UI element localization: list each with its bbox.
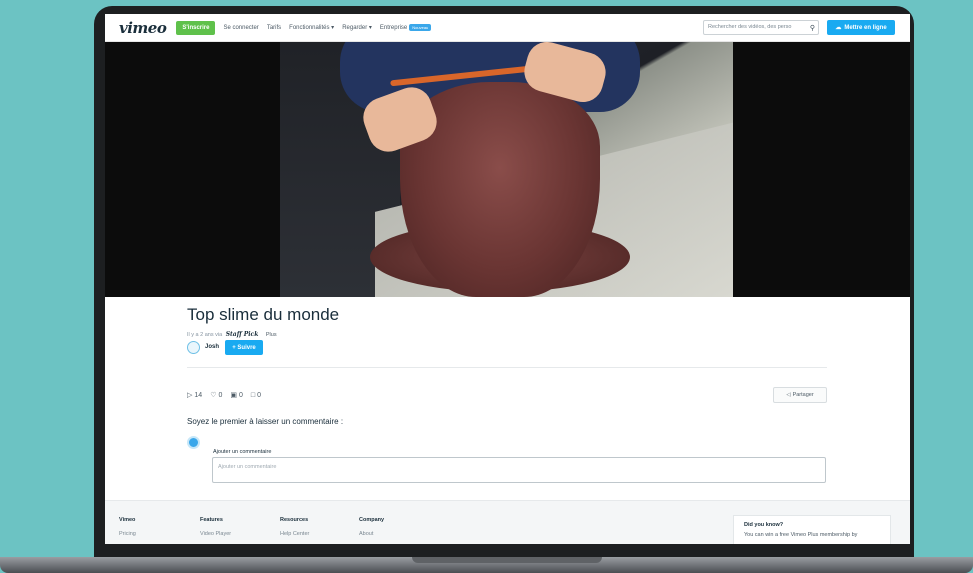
video-details: Top slime du monde Il y a 2 ans via Staf… (105, 297, 910, 492)
comments-heading: Soyez le premier à laisser un commentair… (187, 417, 344, 426)
footer-heading: Resources (280, 517, 309, 523)
nav-link-login[interactable]: Se connecter (223, 25, 258, 31)
upload-label: Mettre en ligne (844, 24, 887, 31)
new-badge: Nouveau (409, 23, 432, 31)
footer-col-vimeo: Vimeo Pricing (119, 517, 136, 537)
likes-count: 0 (218, 391, 223, 399)
nav-link-enterprise[interactable]: Entreprise Nouveau (379, 23, 432, 32)
footer: Vimeo Pricing Features Video Player Reso… (105, 500, 910, 544)
follow-button[interactable]: + Suivre (225, 340, 263, 355)
video-meta: Il y a 2 ans via Staff Pick Plus (187, 331, 277, 338)
promo-text[interactable]: You can win a free Vimeo Plus membership… (744, 532, 880, 538)
top-navbar: vimeo S'inscrire Se connecter Tarifs Fon… (105, 14, 910, 42)
comment-avatar (187, 436, 200, 449)
plus-badge[interactable]: Plus (266, 332, 277, 338)
nav-link-watch[interactable]: Regarder ▾ (342, 24, 372, 31)
collections-icon: ▣ (230, 392, 237, 399)
video-frame[interactable] (280, 42, 733, 297)
video-title: Top slime du monde (187, 305, 340, 324)
share-label: Partager (792, 392, 814, 398)
likes-stat[interactable]: ♡ 0 (210, 391, 223, 400)
comment-icon: □ (250, 391, 256, 399)
author-name[interactable]: Josh (205, 344, 219, 350)
collections-stat[interactable]: ▣ 0 (230, 391, 243, 400)
promo-heading: Did you know? (744, 522, 784, 528)
heart-icon: ♡ (210, 392, 217, 399)
collections-count: 0 (239, 391, 243, 399)
share-button[interactable]: ◁ Partager (773, 387, 827, 403)
footer-col-resources: Resources Help Center (280, 517, 309, 537)
plays-stat: ▷ 14 (187, 391, 203, 400)
upload-icon: ☁ (835, 25, 842, 31)
upload-date: Il y a 2 ans via (187, 332, 223, 338)
laptop-notch (412, 557, 602, 563)
footer-link[interactable]: About (359, 531, 384, 537)
browser-screen: vimeo S'inscrire Se connecter Tarifs Fon… (105, 14, 910, 544)
search-input[interactable]: Rechercher des vidéos, des perso ⚲ (703, 20, 819, 35)
vimeo-logo[interactable]: vimeo (119, 19, 167, 37)
footer-link[interactable]: Help Center (280, 531, 309, 537)
comment-input[interactable]: Ajouter un commentaire (212, 457, 826, 483)
staff-pick-badge[interactable]: Staff Pick (226, 331, 259, 338)
footer-heading: Features (200, 517, 223, 523)
comments-count: 0 (257, 391, 262, 399)
nav-link-enterprise-label: Entreprise (379, 25, 408, 32)
comments-stat[interactable]: □ 0 (251, 391, 261, 399)
plays-count: 14 (194, 391, 203, 399)
comment-label: Ajouter un commentaire (213, 449, 272, 455)
footer-heading: Vimeo (119, 517, 136, 523)
author-avatar[interactable] (187, 341, 200, 354)
search-placeholder: Rechercher des vidéos, des perso (708, 24, 792, 30)
footer-col-features: Features Video Player (200, 517, 231, 537)
nav-link-pricing[interactable]: Tarifs (267, 25, 281, 31)
upload-button[interactable]: ☁ Mettre en ligne (827, 20, 895, 35)
footer-heading: Company (359, 517, 385, 523)
nav-link-features[interactable]: Fonctionnalités ▾ (289, 24, 334, 31)
footer-col-company: Company About (359, 517, 384, 537)
share-icon: ◁ (786, 392, 791, 398)
search-icon[interactable]: ⚲ (810, 24, 815, 32)
footer-link[interactable]: Video Player (200, 531, 231, 537)
signup-button[interactable]: S'inscrire (176, 20, 216, 35)
footer-link[interactable]: Pricing (119, 531, 136, 537)
promo-card: Did you know? You can win a free Vimeo P… (733, 515, 891, 544)
play-icon: ▷ (187, 392, 193, 399)
video-stats: ▷ 14 ♡ 0 ▣ 0 □ 0 (187, 391, 261, 400)
video-player[interactable] (105, 42, 910, 297)
divider (187, 367, 827, 368)
